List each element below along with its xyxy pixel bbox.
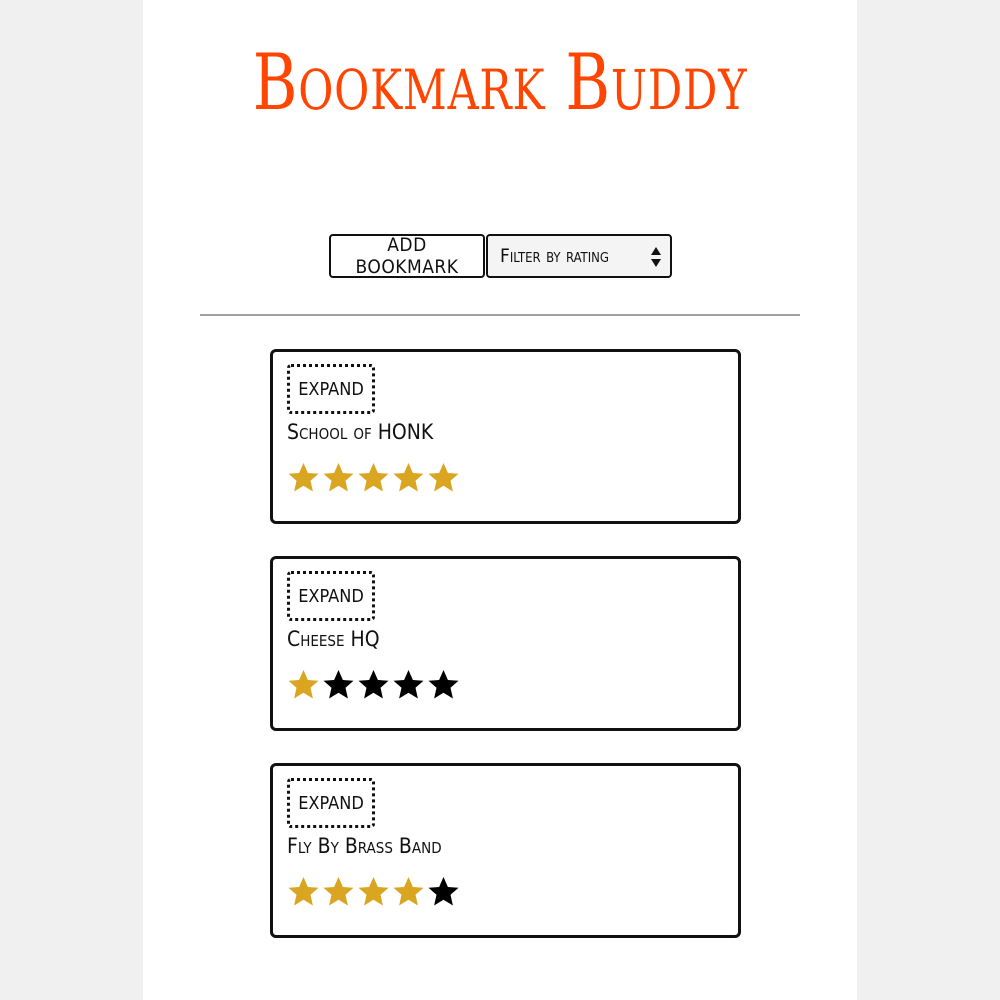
bookmark-card: EXPAND Fly By Brass Band [270,763,741,938]
star-filled-icon[interactable] [287,669,320,701]
app-title: Bookmark Buddy [252,38,748,128]
bookmark-title: Cheese HQ [287,627,380,651]
page-container: Bookmark Buddy ADD BOOKMARK Filter by ra… [143,0,857,1000]
expand-button[interactable]: EXPAND [287,571,375,621]
bookmark-card: EXPAND School of HONK [270,349,741,524]
star-filled-icon[interactable] [287,462,320,494]
star-rating[interactable] [287,876,460,910]
star-filled-icon[interactable] [392,876,425,908]
filter-by-rating-select[interactable]: Filter by rating [486,234,672,278]
star-empty-icon[interactable] [427,876,460,908]
filter-select-label: Filter by rating [500,245,609,267]
bookmark-title: School of HONK [287,420,434,444]
bookmark-title: Fly By Brass Band [287,834,442,858]
star-filled-icon[interactable] [322,462,355,494]
expand-button[interactable]: EXPAND [287,778,375,828]
star-rating[interactable] [287,462,460,496]
star-filled-icon[interactable] [287,876,320,908]
star-empty-icon[interactable] [427,669,460,701]
expand-button[interactable]: EXPAND [287,364,375,414]
bookmark-card: EXPAND Cheese HQ [270,556,741,731]
select-arrows-icon [651,247,661,267]
star-rating[interactable] [287,669,460,703]
star-filled-icon[interactable] [322,876,355,908]
star-empty-icon[interactable] [357,669,390,701]
star-filled-icon[interactable] [357,462,390,494]
add-bookmark-button[interactable]: ADD BOOKMARK [329,234,485,278]
star-empty-icon[interactable] [392,669,425,701]
star-filled-icon[interactable] [357,876,390,908]
star-filled-icon[interactable] [427,462,460,494]
star-filled-icon[interactable] [392,462,425,494]
star-empty-icon[interactable] [322,669,355,701]
divider [200,314,800,316]
